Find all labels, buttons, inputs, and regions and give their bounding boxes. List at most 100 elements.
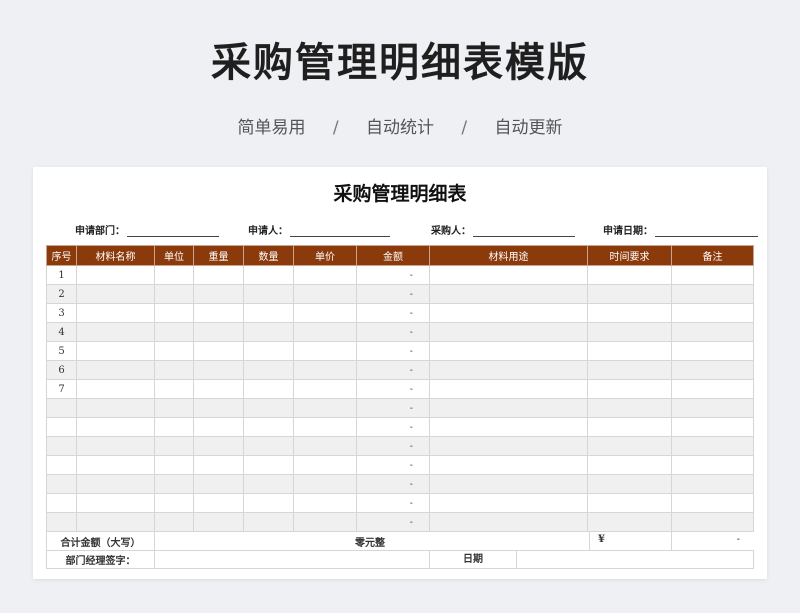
table-cell[interactable] bbox=[243, 265, 294, 285]
amount-cell[interactable]: - bbox=[356, 417, 430, 437]
table-cell[interactable] bbox=[76, 303, 155, 323]
amount-cell[interactable]: - bbox=[356, 474, 430, 494]
amount-cell[interactable]: - bbox=[356, 341, 430, 361]
table-cell[interactable] bbox=[293, 436, 357, 456]
row-number[interactable] bbox=[46, 398, 77, 418]
table-cell[interactable] bbox=[243, 493, 294, 513]
table-cell[interactable] bbox=[293, 474, 357, 494]
purchaser-line[interactable] bbox=[473, 225, 575, 237]
table-cell[interactable] bbox=[76, 512, 155, 532]
table-cell[interactable] bbox=[193, 455, 244, 475]
applicant-dept-line[interactable] bbox=[127, 225, 219, 237]
table-cell[interactable] bbox=[587, 493, 672, 513]
row-number[interactable]: 5 bbox=[46, 341, 77, 361]
table-cell[interactable] bbox=[587, 474, 672, 494]
table-cell[interactable] bbox=[587, 284, 672, 304]
table-cell[interactable] bbox=[671, 417, 754, 437]
table-cell[interactable] bbox=[154, 322, 194, 342]
table-cell[interactable] bbox=[76, 322, 155, 342]
table-cell[interactable] bbox=[587, 379, 672, 399]
table-cell[interactable] bbox=[429, 322, 588, 342]
row-number[interactable]: 4 bbox=[46, 322, 77, 342]
apply-date-line[interactable] bbox=[655, 225, 758, 237]
table-cell[interactable] bbox=[243, 455, 294, 475]
table-cell[interactable] bbox=[671, 360, 754, 380]
table-cell[interactable] bbox=[193, 360, 244, 380]
table-cell[interactable] bbox=[193, 322, 244, 342]
table-cell[interactable] bbox=[154, 398, 194, 418]
row-number[interactable] bbox=[46, 417, 77, 437]
table-cell[interactable] bbox=[429, 436, 588, 456]
manager-sign-cell[interactable] bbox=[154, 550, 430, 569]
row-number[interactable] bbox=[46, 512, 77, 532]
table-cell[interactable] bbox=[76, 493, 155, 513]
table-cell[interactable] bbox=[293, 360, 357, 380]
table-cell[interactable] bbox=[243, 512, 294, 532]
table-cell[interactable] bbox=[76, 265, 155, 285]
table-cell[interactable] bbox=[671, 512, 754, 532]
table-cell[interactable] bbox=[154, 265, 194, 285]
table-cell[interactable] bbox=[671, 284, 754, 304]
applicant-line[interactable] bbox=[290, 225, 390, 237]
table-cell[interactable] bbox=[76, 360, 155, 380]
table-cell[interactable] bbox=[154, 284, 194, 304]
table-cell[interactable] bbox=[429, 284, 588, 304]
table-cell[interactable] bbox=[193, 436, 244, 456]
table-cell[interactable] bbox=[671, 436, 754, 456]
amount-cell[interactable]: - bbox=[356, 379, 430, 399]
table-cell[interactable] bbox=[154, 341, 194, 361]
table-cell[interactable] bbox=[243, 474, 294, 494]
table-cell[interactable] bbox=[243, 417, 294, 437]
table-cell[interactable] bbox=[193, 474, 244, 494]
table-cell[interactable] bbox=[429, 303, 588, 323]
table-cell[interactable] bbox=[293, 341, 357, 361]
table-cell[interactable] bbox=[193, 417, 244, 437]
table-cell[interactable] bbox=[76, 341, 155, 361]
table-cell[interactable] bbox=[671, 322, 754, 342]
table-cell[interactable] bbox=[293, 265, 357, 285]
table-cell[interactable] bbox=[193, 493, 244, 513]
table-cell[interactable] bbox=[293, 417, 357, 437]
table-cell[interactable] bbox=[154, 474, 194, 494]
table-cell[interactable] bbox=[76, 417, 155, 437]
table-cell[interactable] bbox=[76, 284, 155, 304]
table-cell[interactable] bbox=[429, 512, 588, 532]
table-cell[interactable] bbox=[587, 303, 672, 323]
table-cell[interactable] bbox=[154, 379, 194, 399]
row-number[interactable] bbox=[46, 455, 77, 475]
row-number[interactable]: 3 bbox=[46, 303, 77, 323]
amount-cell[interactable]: - bbox=[356, 436, 430, 456]
table-cell[interactable] bbox=[293, 303, 357, 323]
table-cell[interactable] bbox=[429, 417, 588, 437]
table-cell[interactable] bbox=[243, 436, 294, 456]
row-number[interactable]: 2 bbox=[46, 284, 77, 304]
amount-cell[interactable]: - bbox=[356, 493, 430, 513]
table-cell[interactable] bbox=[671, 455, 754, 475]
amount-cell[interactable]: - bbox=[356, 398, 430, 418]
table-cell[interactable] bbox=[671, 341, 754, 361]
table-cell[interactable] bbox=[293, 493, 357, 513]
table-cell[interactable] bbox=[671, 265, 754, 285]
table-cell[interactable] bbox=[429, 493, 588, 513]
row-number[interactable] bbox=[46, 436, 77, 456]
table-cell[interactable] bbox=[671, 474, 754, 494]
table-cell[interactable] bbox=[193, 284, 244, 304]
table-cell[interactable] bbox=[243, 341, 294, 361]
amount-cell[interactable]: - bbox=[356, 455, 430, 475]
table-cell[interactable] bbox=[429, 474, 588, 494]
table-cell[interactable] bbox=[154, 303, 194, 323]
row-number[interactable]: 1 bbox=[46, 265, 77, 285]
table-cell[interactable] bbox=[293, 379, 357, 399]
table-cell[interactable] bbox=[429, 398, 588, 418]
amount-cell[interactable]: - bbox=[356, 512, 430, 532]
apply-date-field[interactable]: 申请日期： bbox=[603, 222, 758, 237]
table-cell[interactable] bbox=[243, 379, 294, 399]
table-cell[interactable] bbox=[429, 265, 588, 285]
table-cell[interactable] bbox=[243, 303, 294, 323]
table-cell[interactable] bbox=[154, 436, 194, 456]
applicant-dept-field[interactable]: 申请部门： bbox=[75, 222, 219, 237]
table-cell[interactable] bbox=[193, 341, 244, 361]
table-cell[interactable] bbox=[76, 398, 155, 418]
table-cell[interactable] bbox=[154, 512, 194, 532]
applicant-field[interactable]: 申请人： bbox=[248, 222, 390, 237]
